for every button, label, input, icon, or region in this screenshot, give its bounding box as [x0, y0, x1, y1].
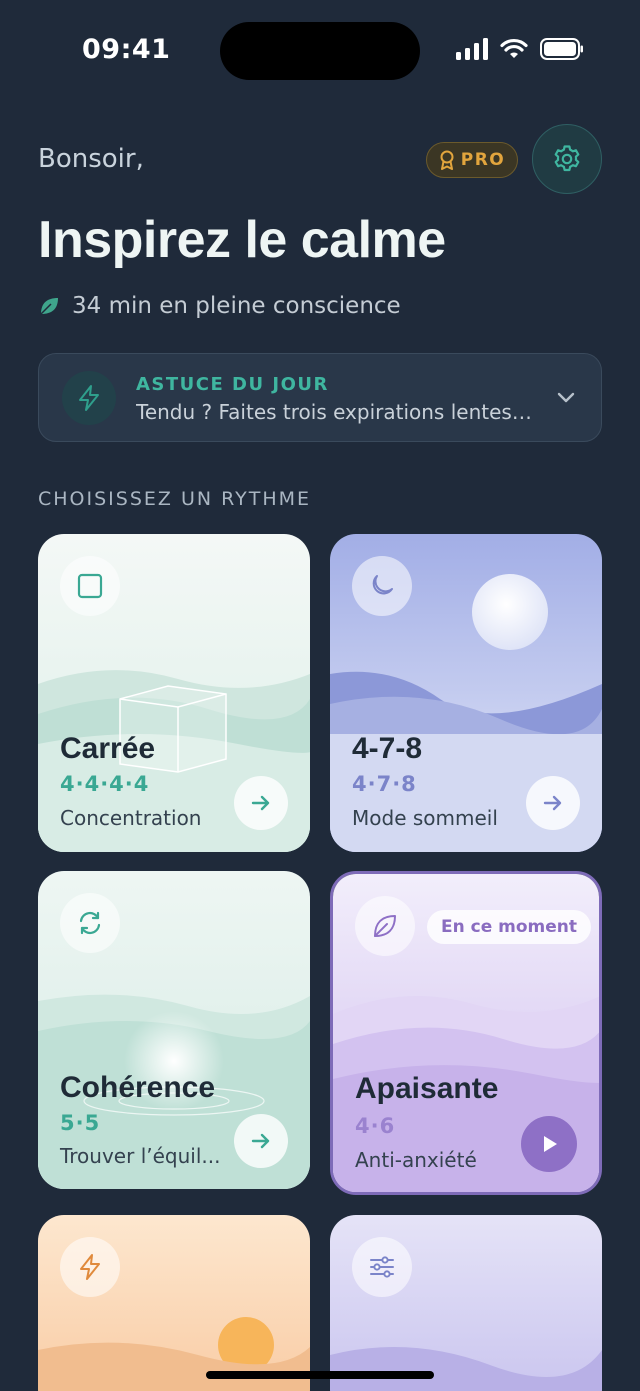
card-subtitle: Mode sommeil: [352, 806, 498, 830]
card-open-button[interactable]: [526, 776, 580, 830]
card-pattern: 4·7·8: [352, 772, 417, 796]
card-open-button[interactable]: [234, 1114, 288, 1168]
card-title: 4-7-8: [352, 732, 423, 765]
leaf-icon: [374, 915, 396, 937]
rhythm-card-custom[interactable]: [330, 1215, 602, 1391]
card-icon-container: [352, 1237, 412, 1297]
cellular-signal-icon: [456, 38, 488, 60]
gear-icon: [554, 145, 580, 172]
card-title: Carrée: [60, 732, 156, 765]
moon-icon: [372, 575, 393, 595]
battery-icon: [540, 38, 583, 60]
mindful-text: 34 min en pleine conscience: [72, 293, 401, 319]
card-title: Cohérence: [60, 1071, 216, 1104]
tip-text: Tendu ? Faites trois expirations lentes,…: [136, 400, 536, 424]
rhythm-card-energy[interactable]: [38, 1215, 310, 1391]
card-icon-container: [352, 556, 412, 616]
status-time: 09:41: [82, 34, 171, 65]
home-indicator[interactable]: [206, 1371, 434, 1379]
wifi-icon: [500, 38, 528, 58]
status-icons: [456, 38, 584, 60]
card-subtitle: Concentration: [60, 806, 202, 830]
sliders-icon: [370, 1256, 394, 1278]
card-title: Apaisante: [355, 1072, 499, 1105]
card-pattern: 5·5: [60, 1111, 101, 1135]
dynamic-island: [220, 22, 420, 80]
status-bar: 09:41: [0, 0, 640, 100]
rhythm-card-carree[interactable]: Carrée 4·4·4·4 Concentration: [38, 534, 310, 852]
mindful-minutes: 34 min en pleine conscience: [38, 293, 401, 319]
play-button[interactable]: [521, 1116, 577, 1172]
tip-of-the-day-card[interactable]: ASTUCE DU JOUR Tendu ? Faites trois expi…: [38, 353, 602, 442]
tip-title: ASTUCE DU JOUR: [136, 374, 329, 395]
rhythm-card-coherence[interactable]: Cohérence 5·5 Trouver l’équil...: [38, 871, 310, 1189]
card-pattern: 4·4·4·4: [60, 772, 150, 796]
card-open-button[interactable]: [234, 776, 288, 830]
section-label: CHOISISSEZ UN RYTHME: [38, 488, 312, 510]
greeting: Bonsoir,: [38, 144, 144, 174]
arrow-right-icon: [251, 795, 270, 811]
award-icon: [440, 150, 454, 170]
bolt-icon: [80, 1254, 100, 1280]
pro-badge[interactable]: PRO: [426, 142, 518, 178]
leaf-icon: [40, 298, 58, 315]
page-title: Inspirez le calme: [38, 211, 446, 269]
rhythm-card-apaisante[interactable]: En ce moment Apaisante 4·6 Anti-anxiété: [330, 871, 602, 1195]
tip-icon-container: [62, 371, 116, 425]
arrow-right-icon: [543, 795, 562, 811]
card-subtitle: Trouver l’équil...: [60, 1144, 221, 1168]
card-subtitle: Anti-anxiété: [355, 1148, 477, 1172]
current-badge: En ce moment: [427, 910, 592, 944]
pro-label: PRO: [460, 150, 506, 170]
card-pattern: 4·6: [355, 1114, 396, 1138]
rhythm-card-4-7-8[interactable]: 4-7-8 4·7·8 Mode sommeil: [330, 534, 602, 852]
chevron-down-icon[interactable]: [555, 386, 577, 408]
play-icon: [544, 1136, 557, 1152]
bolt-icon: [79, 385, 99, 411]
card-icon-container: [60, 1237, 120, 1297]
card-icon-container: [60, 893, 120, 953]
card-icon-container: [60, 556, 120, 616]
card-icon-container: [355, 896, 415, 956]
arrow-right-icon: [251, 1133, 270, 1149]
settings-button[interactable]: [532, 124, 602, 194]
sync-icon: [79, 911, 101, 935]
square-icon: [77, 573, 103, 599]
